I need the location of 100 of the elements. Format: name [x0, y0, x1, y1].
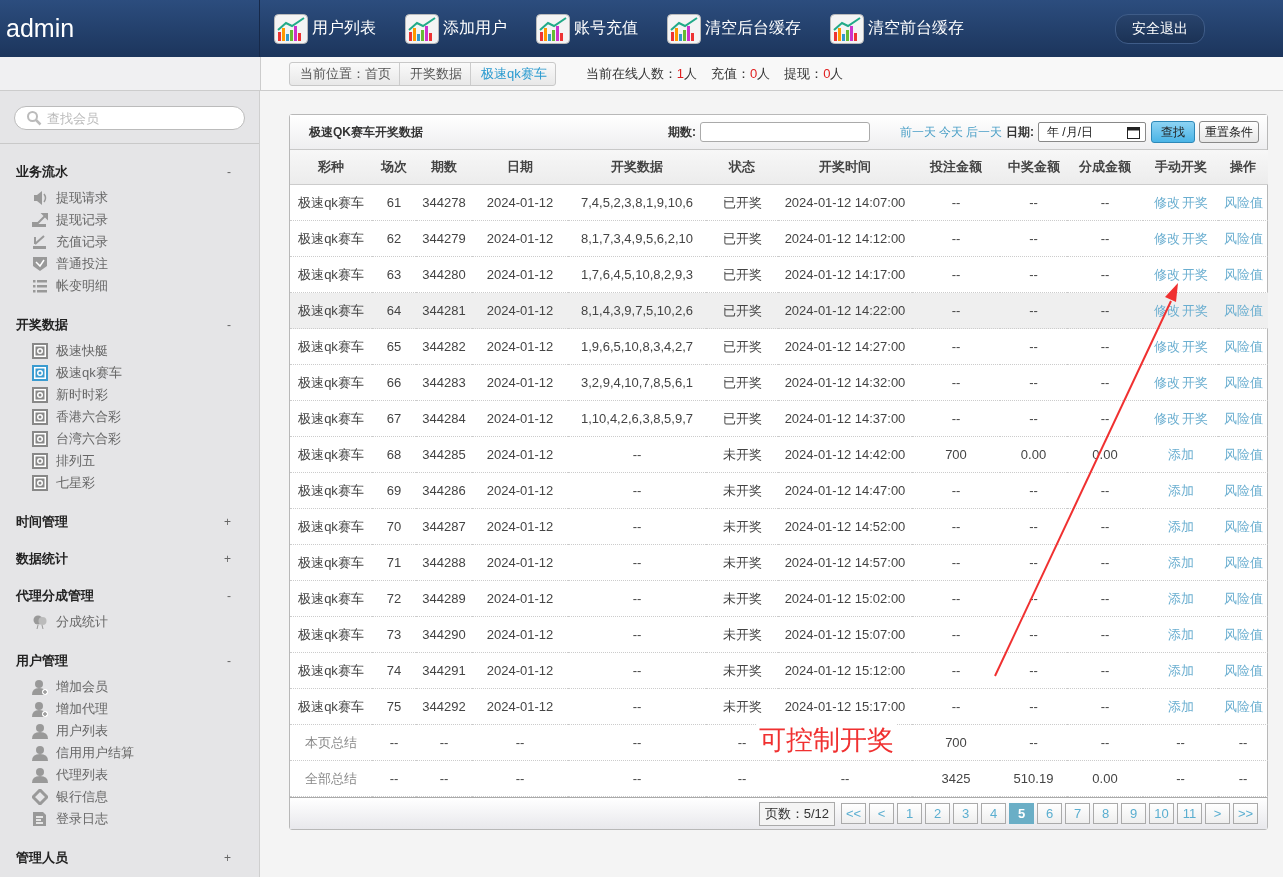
table-link[interactable]: 修改	[1153, 410, 1180, 426]
table-link[interactable]: 修改	[1153, 338, 1180, 354]
table-link[interactable]: 添加	[1167, 518, 1194, 534]
table-link[interactable]: 添加	[1167, 698, 1194, 714]
section-title[interactable]: 业务流水	[16, 163, 68, 181]
table-link[interactable]: 风险值	[1223, 194, 1263, 210]
table-link[interactable]: 风险值	[1223, 518, 1263, 534]
table-link[interactable]: 开奖	[1181, 410, 1208, 426]
table-link[interactable]: 风险值	[1223, 698, 1263, 714]
logout-button[interactable]: 安全退出	[1115, 13, 1205, 44]
sidebar-item[interactable]: 极速qk赛车	[32, 362, 259, 384]
reset-button[interactable]: 重置条件	[1199, 121, 1259, 143]
table-link[interactable]: 添加	[1167, 482, 1194, 498]
table-link[interactable]: 添加	[1167, 446, 1194, 462]
sidebar-item[interactable]: 登录日志	[32, 808, 259, 830]
page-button[interactable]: 7	[1065, 803, 1090, 824]
section-title[interactable]: 数据统计	[16, 550, 68, 568]
nav-button[interactable]: 添加用户	[405, 13, 507, 44]
page-button[interactable]: 2	[925, 803, 950, 824]
nav-button[interactable]: 用户列表	[274, 13, 376, 44]
section-title[interactable]: 代理分成管理	[16, 587, 94, 605]
nav-button[interactable]: 清空前台缓存	[830, 13, 964, 44]
nav-button[interactable]: 清空后台缓存	[667, 13, 801, 44]
toggle-sign[interactable]: -	[227, 589, 231, 603]
page-button[interactable]: 8	[1093, 803, 1118, 824]
table-link[interactable]: 开奖	[1181, 374, 1208, 390]
table-link[interactable]: 开奖	[1181, 338, 1208, 354]
table-link[interactable]: 添加	[1167, 590, 1194, 606]
sidebar-item[interactable]: 新时时彩	[32, 384, 259, 406]
table-link[interactable]: 修改	[1153, 230, 1180, 246]
page-button[interactable]: >>	[1233, 803, 1258, 824]
issue-field[interactable]	[700, 122, 870, 142]
table-link[interactable]: 风险值	[1223, 446, 1263, 462]
toggle-sign[interactable]: +	[224, 515, 231, 529]
sidebar-item[interactable]: 极速快艇	[32, 340, 259, 362]
table-link[interactable]: 添加	[1167, 554, 1194, 570]
nav-button[interactable]: 账号充值	[536, 13, 638, 44]
section-title[interactable]: 开奖数据	[16, 316, 68, 334]
sidebar-item[interactable]: 普通投注	[32, 253, 259, 275]
table-link[interactable]: 风险值	[1223, 590, 1263, 606]
toggle-sign[interactable]: -	[227, 165, 231, 179]
page-button[interactable]: 6	[1037, 803, 1062, 824]
table-link[interactable]: 开奖	[1181, 230, 1208, 246]
section-title[interactable]: 用户管理	[16, 652, 68, 670]
table-link[interactable]: 开奖	[1181, 266, 1208, 282]
table-link[interactable]: 风险值	[1223, 662, 1263, 678]
table-link[interactable]: 开奖	[1181, 302, 1208, 318]
sidebar-item[interactable]: 充值记录	[32, 231, 259, 253]
section-title[interactable]: 时间管理	[16, 513, 68, 531]
page-button[interactable]: 4	[981, 803, 1006, 824]
page-button[interactable]: >	[1205, 803, 1230, 824]
sidebar-item[interactable]: 提现记录	[32, 209, 259, 231]
table-link[interactable]: 修改	[1153, 374, 1180, 390]
table-link[interactable]: 添加	[1167, 662, 1194, 678]
table-link[interactable]: 修改	[1153, 302, 1180, 318]
sidebar-item[interactable]: 代理列表	[32, 764, 259, 786]
sidebar-item[interactable]: 帐变明细	[32, 275, 259, 297]
page-button[interactable]: 11	[1177, 803, 1202, 824]
date-field[interactable]: 年 /月/日	[1038, 122, 1146, 142]
table-link[interactable]: 风险值	[1223, 338, 1263, 354]
sidebar-item[interactable]: 用户列表	[32, 720, 259, 742]
day-link[interactable]: 今天	[939, 123, 963, 141]
sidebar-item[interactable]: 增加代理	[32, 698, 259, 720]
toggle-sign[interactable]: +	[224, 851, 231, 865]
breadcrumb-link[interactable]: 当前位置：首页	[290, 62, 400, 85]
table-link[interactable]: 风险值	[1223, 410, 1263, 426]
sidebar-item[interactable]: 七星彩	[32, 472, 259, 494]
toggle-sign[interactable]: -	[227, 318, 231, 332]
search-button[interactable]: 查找	[1151, 121, 1195, 143]
sidebar-item[interactable]: 银行信息	[32, 786, 259, 808]
table-link[interactable]: 添加	[1167, 626, 1194, 642]
page-button[interactable]: <	[869, 803, 894, 824]
table-link[interactable]: 风险值	[1223, 626, 1263, 642]
sidebar-item[interactable]: 香港六合彩	[32, 406, 259, 428]
sidebar-item[interactable]: 台湾六合彩	[32, 428, 259, 450]
toggle-sign[interactable]: -	[227, 654, 231, 668]
page-button[interactable]: 9	[1121, 803, 1146, 824]
table-link[interactable]: 风险值	[1223, 230, 1263, 246]
table-link[interactable]: 开奖	[1181, 194, 1208, 210]
sidebar-item[interactable]: 排列五	[32, 450, 259, 472]
sidebar-item[interactable]: 提现请求	[32, 187, 259, 209]
table-link[interactable]: 风险值	[1223, 374, 1263, 390]
page-button[interactable]: 10	[1149, 803, 1174, 824]
table-link[interactable]: 风险值	[1223, 482, 1263, 498]
search-field[interactable]: 查找会员	[14, 106, 245, 130]
table-link[interactable]: 风险值	[1223, 554, 1263, 570]
page-button[interactable]: <<	[841, 803, 866, 824]
table-link[interactable]: 风险值	[1223, 266, 1263, 282]
table-link[interactable]: 修改	[1153, 194, 1180, 210]
toggle-sign[interactable]: +	[224, 552, 231, 566]
page-button[interactable]: 1	[897, 803, 922, 824]
day-link[interactable]: 前一天	[900, 123, 936, 141]
page-button[interactable]: 5	[1009, 803, 1034, 824]
sidebar-item[interactable]: 增加会员	[32, 676, 259, 698]
breadcrumb-link[interactable]: 开奖数据	[400, 62, 471, 85]
day-link[interactable]: 后一天	[966, 123, 1002, 141]
sidebar-item[interactable]: 分成统计	[32, 611, 259, 633]
breadcrumb-link[interactable]: 极速qk赛车	[471, 62, 555, 85]
sidebar-item[interactable]: 信用用户结算	[32, 742, 259, 764]
section-title[interactable]: 管理人员	[16, 849, 68, 867]
